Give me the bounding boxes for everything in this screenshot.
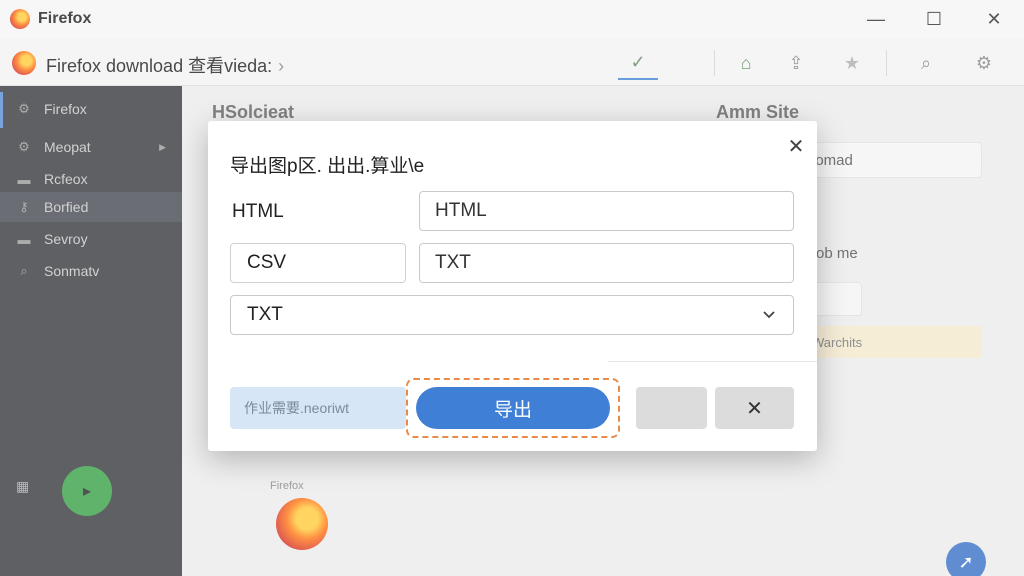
chevron-down-icon: [763, 311, 775, 319]
close-icon[interactable]: ✕: [784, 135, 808, 159]
format-select-value: TXT: [247, 304, 283, 325]
format-select[interactable]: TXT: [230, 295, 794, 335]
txt-field[interactable]: TXT: [419, 243, 794, 283]
status-badge: 作业需要.neoriwt: [230, 387, 406, 429]
export-dialog: 导出图p区. 出出.算业\e ✕ HTML HTML CSV TXT TXT 作…: [208, 121, 817, 451]
dialog-title: 导出图p区. 出出.算业\e: [230, 156, 425, 177]
field-label-html: HTML: [232, 201, 284, 222]
csv-option[interactable]: CSV: [230, 243, 406, 283]
secondary-button[interactable]: [636, 387, 707, 429]
divider: [608, 361, 817, 362]
html-field[interactable]: HTML: [419, 191, 794, 231]
cancel-button[interactable]: ✕: [715, 387, 794, 429]
export-button[interactable]: 导出: [416, 387, 610, 429]
